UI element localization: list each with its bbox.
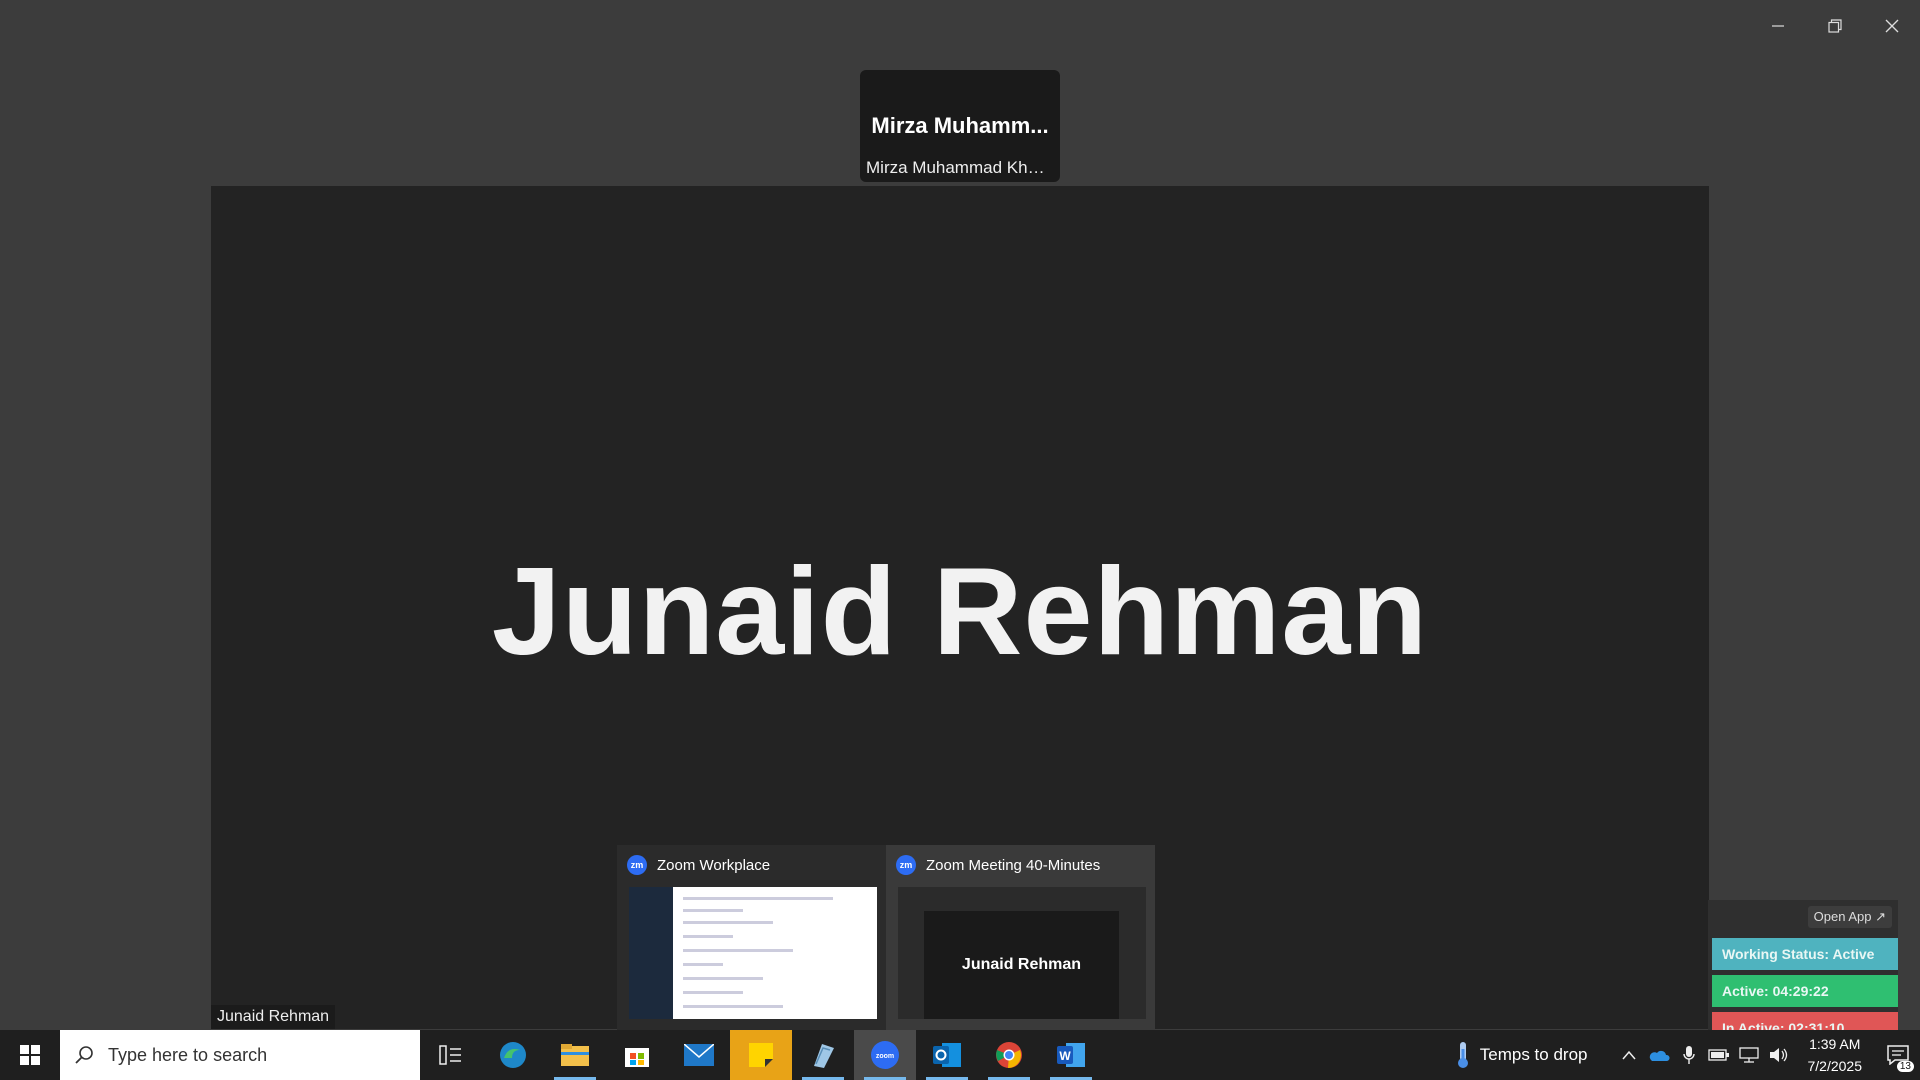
inactive-time-badge: In Active: 02:31:10 bbox=[1712, 1012, 1898, 1030]
clock-time: 1:39 AM bbox=[1809, 1036, 1861, 1052]
taskbar-preview-popup: zm Zoom Workplace zm Zoom Meeting 40-Min… bbox=[617, 845, 1155, 1030]
working-status-badge: Working Status: Active bbox=[1712, 938, 1898, 970]
onedrive-icon bbox=[1649, 1050, 1670, 1061]
chrome-icon bbox=[996, 1042, 1022, 1068]
minimize-icon bbox=[1771, 25, 1784, 27]
chrome-taskbar-button[interactable] bbox=[978, 1030, 1040, 1080]
time-tracker-widget: Open App ↗ Working Status: Active Active… bbox=[1708, 900, 1898, 1030]
outlook-icon bbox=[933, 1043, 961, 1067]
restore-icon bbox=[1827, 19, 1842, 33]
restore-button[interactable] bbox=[1806, 0, 1863, 52]
preview-zoom-meeting[interactable]: zm Zoom Meeting 40-Minutes Junaid Rehman bbox=[886, 845, 1155, 1030]
file-explorer-taskbar-button[interactable] bbox=[544, 1030, 606, 1080]
preview-participant-name: Junaid Rehman bbox=[924, 911, 1119, 1019]
word-icon: W bbox=[1057, 1043, 1085, 1067]
onedrive-tray-button[interactable] bbox=[1647, 1030, 1671, 1080]
preview-zoom-workplace[interactable]: zm Zoom Workplace bbox=[617, 845, 886, 1030]
active-time-badge: Active: 04:29:22 bbox=[1712, 975, 1898, 1007]
preview-thumbnail: Junaid Rehman bbox=[898, 887, 1146, 1019]
speaker-icon bbox=[1769, 1048, 1787, 1062]
svg-text:zoom: zoom bbox=[876, 1053, 894, 1060]
edge-icon bbox=[500, 1042, 526, 1068]
folder-icon bbox=[561, 1044, 589, 1066]
sticky-notes-icon bbox=[749, 1043, 773, 1067]
store-taskbar-button[interactable] bbox=[606, 1030, 668, 1080]
zoom-logo-icon: zm bbox=[896, 855, 916, 875]
main-participant-label: Junaid Rehman bbox=[211, 1005, 336, 1029]
volume-tray-button[interactable] bbox=[1767, 1030, 1791, 1080]
network-icon bbox=[1738, 1047, 1759, 1063]
snipping-tool-taskbar-button[interactable] bbox=[792, 1030, 854, 1080]
clock-date: 7/2/2025 bbox=[1807, 1058, 1863, 1074]
snipping-tool-icon bbox=[814, 1044, 834, 1068]
main-participant-name: Junaid Rehman bbox=[491, 543, 1429, 681]
zoom-app-icon: zoom bbox=[871, 1041, 899, 1069]
preview-title: Zoom Workplace bbox=[657, 856, 771, 874]
microphone-icon bbox=[1682, 1046, 1695, 1064]
minimize-button[interactable] bbox=[1749, 0, 1806, 52]
clock[interactable]: 1:39 AM 7/2/2025 bbox=[1808, 1033, 1863, 1077]
start-button[interactable] bbox=[0, 1030, 60, 1080]
chevron-up-icon bbox=[1621, 1050, 1636, 1060]
store-icon bbox=[625, 1048, 649, 1067]
battery-tray-button[interactable] bbox=[1707, 1030, 1731, 1080]
close-icon bbox=[1885, 19, 1898, 33]
microphone-tray-button[interactable] bbox=[1677, 1030, 1701, 1080]
task-view-icon bbox=[439, 1045, 461, 1065]
thumbnail-name-label: Mirza Muhammad Khurra... bbox=[866, 158, 1060, 177]
participant-thumbnail[interactable]: Mirza Muhamm... Mirza Muhammad Khurra... bbox=[860, 70, 1060, 182]
svg-text:W: W bbox=[1059, 1049, 1071, 1063]
preview-thumbnail bbox=[629, 887, 877, 1019]
mail-taskbar-button[interactable] bbox=[668, 1030, 730, 1080]
zoom-taskbar-button[interactable]: zoom bbox=[854, 1030, 916, 1080]
network-tray-button[interactable] bbox=[1737, 1030, 1761, 1080]
notification-center-button[interactable]: 13 bbox=[1876, 1030, 1920, 1080]
weather-widget[interactable]: Temps to drop bbox=[1456, 1041, 1588, 1069]
search-placeholder: Type here to search bbox=[108, 1044, 268, 1065]
preview-title: Zoom Meeting 40-Minutes bbox=[926, 856, 1101, 874]
edge-taskbar-button[interactable] bbox=[482, 1030, 544, 1080]
notification-count-badge: 13 bbox=[1896, 1061, 1914, 1072]
weather-text: Temps to drop bbox=[1479, 1045, 1588, 1064]
search-icon bbox=[75, 1046, 93, 1064]
sticky-notes-taskbar-button[interactable] bbox=[730, 1030, 792, 1080]
close-button[interactable] bbox=[1863, 0, 1920, 52]
window-controls bbox=[1749, 0, 1920, 52]
zoom-logo-icon: zm bbox=[627, 855, 647, 875]
outlook-taskbar-button[interactable] bbox=[916, 1030, 978, 1080]
show-hidden-icons-button[interactable] bbox=[1617, 1030, 1641, 1080]
thermometer-icon bbox=[1457, 1042, 1468, 1068]
mail-icon bbox=[684, 1044, 714, 1066]
task-view-button[interactable] bbox=[420, 1030, 482, 1080]
open-app-button[interactable]: Open App ↗ bbox=[1807, 906, 1892, 928]
battery-icon bbox=[1707, 1049, 1729, 1061]
system-tray: Temps to drop 1:39 AM 7/2/2025 13 bbox=[1456, 1030, 1920, 1080]
taskbar: Type here to search zoom W Temps to drop bbox=[0, 1030, 1920, 1080]
windows-logo-icon bbox=[20, 1045, 40, 1065]
word-taskbar-button[interactable]: W bbox=[1040, 1030, 1102, 1080]
search-input[interactable]: Type here to search bbox=[60, 1030, 420, 1080]
